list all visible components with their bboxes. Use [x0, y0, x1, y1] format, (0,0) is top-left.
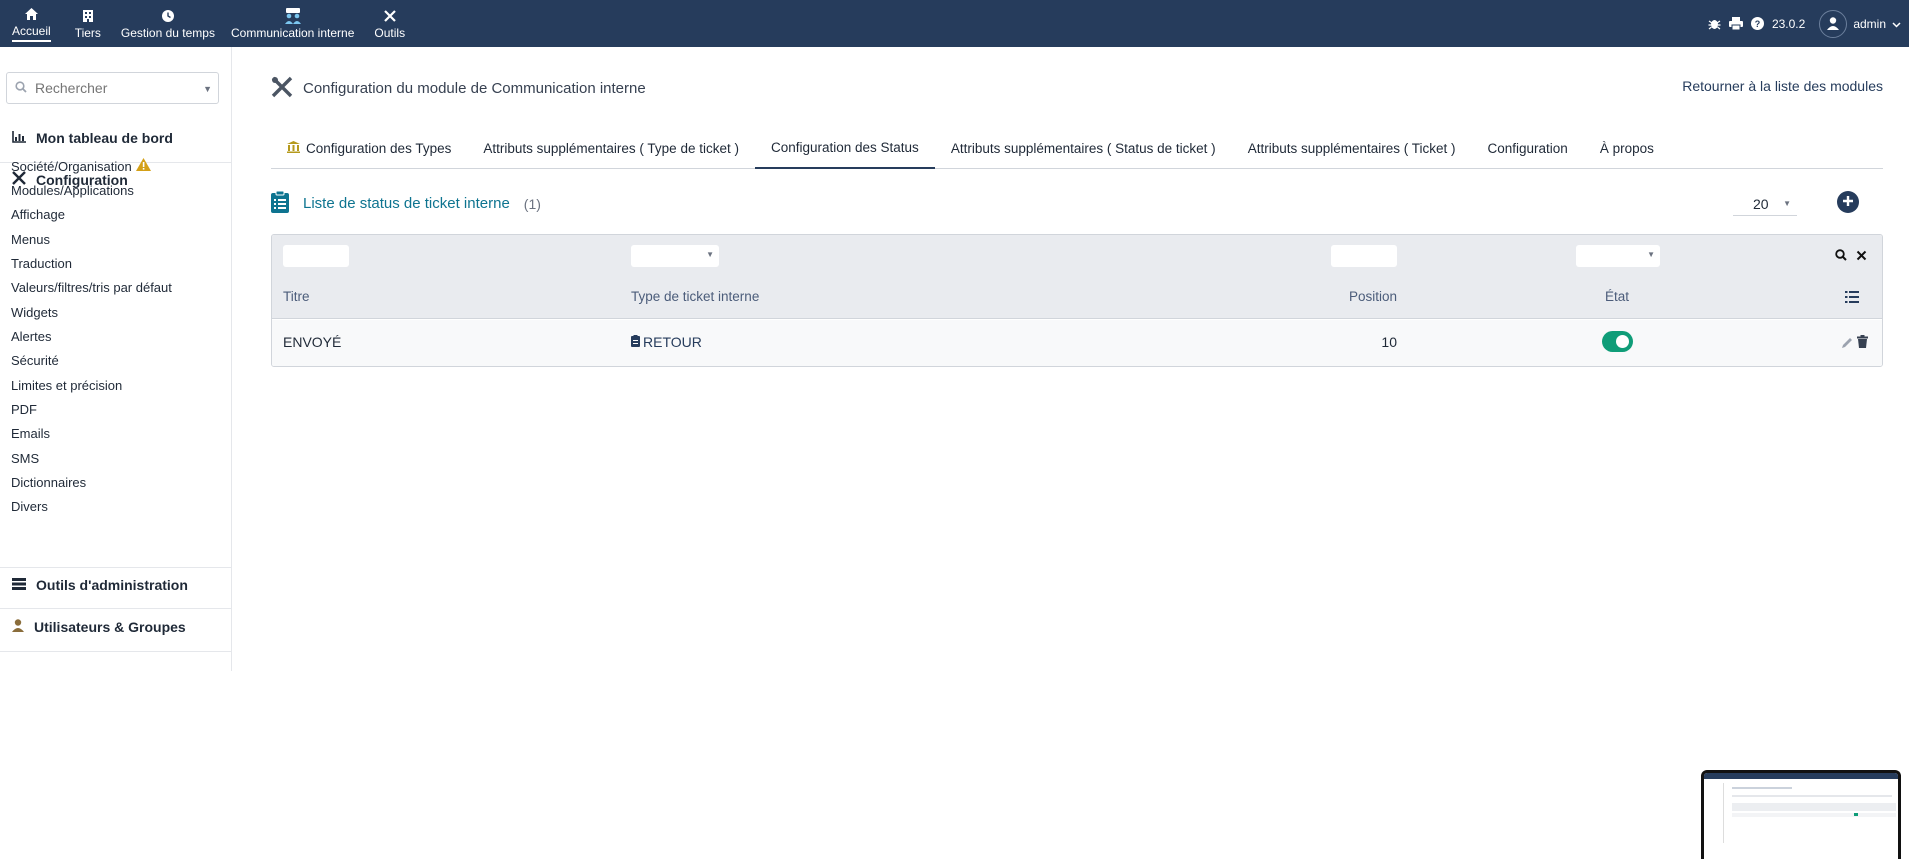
filter-type-select[interactable]: ▼	[631, 245, 719, 267]
table-header-row: Titre Type de ticket interne Position Ét…	[272, 275, 1882, 319]
sidebar-config-item[interactable]: Menus	[11, 232, 50, 247]
caret-down-icon: ▼	[1783, 199, 1791, 208]
users-icon	[283, 7, 303, 24]
sidebar-config-item[interactable]: SMS	[11, 451, 39, 466]
back-to-modules-link[interactable]: Retourner à la liste des modules	[1682, 78, 1883, 94]
sidebar-dashboard[interactable]: Mon tableau de bord	[12, 130, 173, 146]
caret-down-icon: ▼	[1647, 250, 1655, 259]
tab-configuration-status[interactable]: Configuration des Status	[754, 128, 935, 169]
caret-down-icon: ▼	[706, 250, 714, 259]
sidebar-admin-tools[interactable]: Outils d'administration	[12, 577, 188, 593]
tab-attributes-ticket-status[interactable]: Attributs supplémentaires ( Status de ti…	[935, 128, 1232, 169]
clock-icon	[161, 8, 174, 24]
sidebar-config-item[interactable]: Affichage	[11, 207, 65, 222]
search-icon[interactable]	[1835, 248, 1847, 264]
column-header-type[interactable]: Type de ticket interne	[631, 289, 759, 304]
filter-row: ▼ ▼	[272, 235, 1882, 275]
sidebar-config-item[interactable]: Emails	[11, 426, 50, 441]
search-dropdown-caret-icon[interactable]: ▼	[203, 84, 212, 94]
user-icon	[12, 619, 24, 635]
list-header: Liste de status de ticket interne (1)	[271, 190, 541, 216]
sidebar-config-item[interactable]: Société/Organisation	[11, 158, 151, 174]
search-box[interactable]: ▼	[6, 72, 219, 104]
search-input[interactable]	[35, 80, 195, 96]
sidebar-config-item[interactable]: Dictionnaires	[11, 475, 86, 490]
top-right-tools: ? 23.0.2 admin	[1708, 0, 1909, 47]
search-icon	[15, 80, 27, 96]
edit-pencil-icon[interactable]	[1841, 336, 1853, 352]
page-limit-select[interactable]: 20 ▼	[1733, 192, 1797, 216]
clear-filter-icon[interactable]	[1856, 248, 1867, 264]
help-icon[interactable]: ?	[1750, 17, 1764, 30]
screen-preview-thumbnail	[1701, 770, 1901, 859]
page-title: Configuration du module de Communication…	[303, 80, 646, 97]
bug-icon[interactable]	[1708, 17, 1721, 30]
bank-icon	[287, 141, 300, 156]
sidebar-config-item[interactable]: Traduction	[11, 256, 72, 271]
left-sidebar: ▼ Mon tableau de bord Configuration Soci…	[0, 47, 232, 671]
filter-title-input[interactable]	[283, 245, 349, 267]
list-title: Liste de status de ticket interne	[303, 195, 510, 212]
clipboard-list-icon	[271, 190, 289, 216]
top-menu: Accueil Tiers Gestion du temps Communica…	[0, 0, 417, 47]
config-tabs: Configuration des Types Attributs supplé…	[271, 128, 1883, 169]
topnav-accueil[interactable]: Accueil	[0, 0, 63, 47]
add-button[interactable]	[1837, 191, 1859, 213]
filter-state-select[interactable]: ▼	[1576, 245, 1660, 267]
plus-circle-icon	[1842, 194, 1854, 210]
sidebar-config-item[interactable]: Widgets	[11, 305, 58, 320]
tab-configuration-types[interactable]: Configuration des Types	[271, 128, 467, 169]
page-header: Configuration du module de Communication…	[271, 76, 646, 101]
tab-configuration[interactable]: Configuration	[1472, 128, 1584, 169]
sidebar-config-item[interactable]: Modules/Applications	[11, 183, 134, 198]
chart-icon	[12, 130, 26, 146]
tab-attributes-ticket-type[interactable]: Attributs supplémentaires ( Type de tick…	[467, 128, 755, 169]
tools-icon	[271, 76, 293, 101]
user-avatar-icon	[1819, 9, 1848, 38]
tab-attributes-ticket[interactable]: Attributs supplémentaires ( Ticket )	[1232, 128, 1472, 169]
top-navbar: Accueil Tiers Gestion du temps Communica…	[0, 0, 1909, 47]
print-icon[interactable]	[1728, 17, 1743, 30]
column-header-state[interactable]: État	[1605, 289, 1629, 304]
column-header-title[interactable]: Titre	[283, 289, 310, 304]
sidebar-config-item[interactable]: Alertes	[11, 329, 51, 344]
chevron-down-icon	[1892, 17, 1901, 31]
toggle-knob	[1616, 335, 1629, 348]
sidebar-config-item[interactable]: Limites et précision	[11, 378, 122, 393]
filter-position-input[interactable]	[1331, 245, 1397, 267]
sidebar-config-item[interactable]: Sécurité	[11, 353, 59, 368]
building-icon	[82, 8, 93, 24]
state-toggle[interactable]	[1602, 331, 1633, 352]
delete-trash-icon[interactable]	[1857, 335, 1868, 351]
warning-icon	[135, 158, 151, 174]
sidebar-divider	[0, 567, 232, 568]
sidebar-config-item[interactable]: Divers	[11, 499, 48, 514]
home-icon	[24, 6, 38, 22]
tools-icon	[383, 8, 396, 24]
svg-text:?: ?	[1755, 19, 1761, 29]
topnav-gestion-du-temps[interactable]: Gestion du temps	[113, 0, 223, 47]
column-select-icon[interactable]	[1845, 290, 1859, 306]
sidebar-users-groups[interactable]: Utilisateurs & Groupes	[12, 619, 186, 635]
topnav-communication-interne[interactable]: Communication interne	[223, 0, 362, 47]
tab-about[interactable]: À propos	[1584, 128, 1670, 169]
topnav-outils[interactable]: Outils	[362, 0, 417, 47]
list-count: (1)	[523, 195, 541, 212]
topnav-tiers[interactable]: Tiers	[63, 0, 113, 47]
user-menu[interactable]: admin	[1819, 9, 1901, 38]
cell-position: 10	[1381, 334, 1397, 350]
server-icon	[12, 577, 26, 593]
sidebar-config-item[interactable]: Valeurs/filtres/tris par défaut	[11, 280, 172, 295]
cell-title: ENVOYÉ	[283, 334, 342, 350]
sidebar-config-item[interactable]: PDF	[11, 402, 37, 417]
clipboard-icon	[631, 334, 640, 350]
status-table: ▼ ▼ Titre Type de ticket interne Positio…	[271, 234, 1883, 367]
cell-type-link[interactable]: RETOUR	[631, 334, 702, 350]
version-label: 23.0.2	[1771, 16, 1806, 31]
sidebar-divider	[0, 651, 232, 652]
username: admin	[1853, 16, 1886, 31]
sidebar-divider	[0, 608, 232, 609]
column-header-position[interactable]: Position	[1347, 289, 1397, 304]
table-row: ENVOYÉ RETOUR 10	[272, 320, 1882, 366]
